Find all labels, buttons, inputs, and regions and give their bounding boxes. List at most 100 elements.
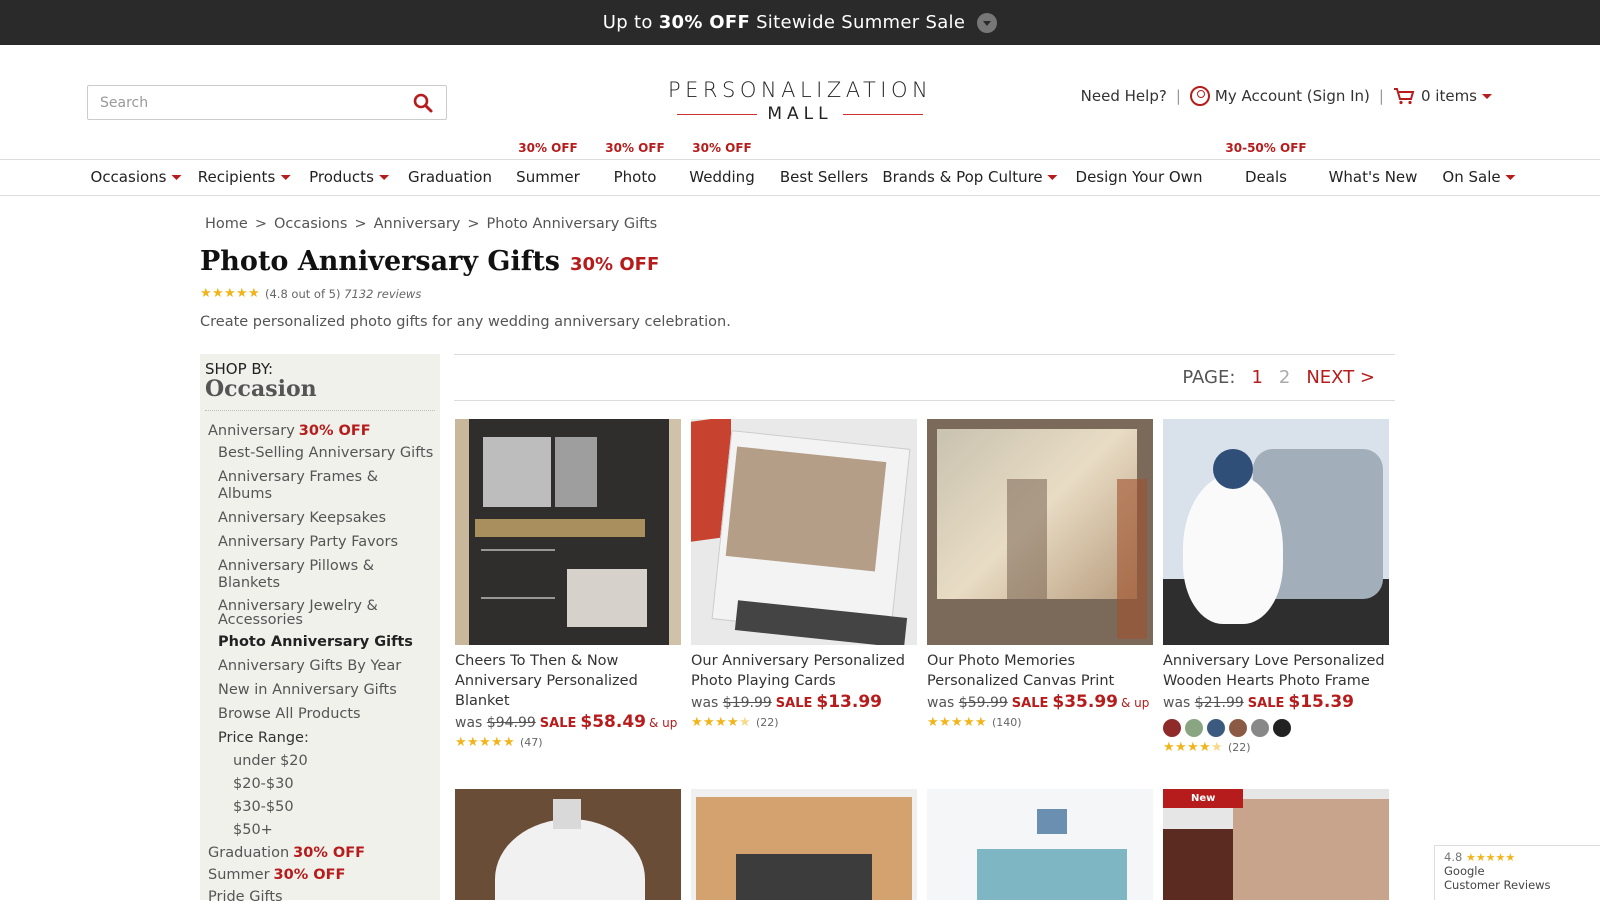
page-title-row: Photo Anniversary Gifts 30% OFF [200,246,659,277]
nav-deals[interactable]: Deals [1245,160,1287,195]
nav-design-your-own[interactable]: Design Your Own [1076,160,1203,195]
cart-icon[interactable] [1393,87,1415,105]
sidebar-price-under-20[interactable]: under $20 [233,753,435,769]
price-now: $58.49 [580,712,646,732]
swatch-gray[interactable] [1251,719,1269,737]
sidebar-item-anniversary[interactable]: Anniversary 30% OFF [208,423,435,439]
pager-next[interactable]: NEXT > [1306,367,1375,388]
breadcrumb-occasions[interactable]: Occasions [274,216,347,232]
product-image[interactable] [455,419,681,645]
breadcrumb-anniversary[interactable]: Anniversary [374,216,461,232]
site-logo[interactable]: PERSONALIZATION MALL [668,78,932,124]
sidebar-price-20-30[interactable]: $20-$30 [233,776,435,792]
sidebar-sub-by-year[interactable]: Anniversary Gifts By Year [218,658,435,675]
price-was: $59.99 [958,695,1008,711]
product-card[interactable]: Our Photo Memories Personalized Canvas P… [927,419,1153,729]
product-name[interactable]: Our Photo Memories Personalized Canvas P… [927,651,1153,691]
swatch-brown[interactable] [1229,719,1247,737]
product-image[interactable] [455,789,681,900]
product-name[interactable]: Anniversary Love Personalized Wooden Hea… [1163,651,1389,691]
nav-whats-new[interactable]: What's New [1329,160,1418,195]
promo-banner[interactable]: Up to 30% OFF Sitewide Summer Sale [0,0,1600,45]
sidebar-sub-frames[interactable]: Anniversary Frames & Albums [218,469,435,503]
nav-products[interactable]: Products [309,160,389,195]
pager-page-2[interactable]: 2 [1279,367,1290,388]
nav-occasions[interactable]: Occasions [91,160,182,195]
product-card[interactable] [455,789,681,900]
nav-summer[interactable]: Summer [516,160,580,195]
sidebar-sub-photo-gifts[interactable]: Photo Anniversary Gifts [218,634,435,651]
product-image[interactable]: New [1163,789,1389,900]
divider: | [1378,87,1384,105]
swatch-black[interactable] [1273,719,1291,737]
account-link[interactable]: My Account (Sign In) [1215,87,1370,105]
pager-page-1[interactable]: 1 [1251,367,1262,388]
page-rating[interactable]: ★ ★ ★ ★ ★ (4.8 out of 5) 7132 reviews [200,287,421,301]
nav-label: Products [309,168,374,186]
price-was-label: was [1163,695,1191,711]
product-card[interactable] [691,789,917,900]
nav-on-sale[interactable]: On Sale [1442,160,1516,195]
star-rating-icon: ★★★★★ [691,714,751,730]
sidebar-sub-best-selling[interactable]: Best-Selling Anniversary Gifts [218,445,435,462]
price-now: $13.99 [816,692,882,712]
price-up: & up [1120,696,1150,710]
sidebar-sub-pillows[interactable]: Anniversary Pillows & Blankets [218,558,435,592]
nav-graduation[interactable]: Graduation [408,160,492,195]
nav-best-sellers[interactable]: Best Sellers [780,160,868,195]
promo-prefix: Up to [602,12,653,33]
account-icon[interactable] [1189,86,1210,106]
swatch-blue[interactable] [1207,719,1225,737]
product-rating[interactable]: ★ ★ ★ ★ ★ (22) [1163,741,1389,755]
star-rating-icon: ★★★★★ [200,286,260,301]
product-card[interactable]: Cheers To Then & Now Anniversary Persona… [455,419,681,749]
swatch-green[interactable] [1185,719,1203,737]
search-input[interactable] [100,94,412,111]
sidebar-item-pride[interactable]: Pride Gifts [208,889,435,905]
search-icon[interactable] [412,92,434,114]
nav-photo[interactable]: Photo [614,160,657,195]
nav-wedding[interactable]: Wedding [689,160,754,195]
sidebar-heading: Occasion [205,376,317,402]
product-card[interactable] [927,789,1153,900]
sidebar-sub-new[interactable]: New in Anniversary Gifts [218,682,435,699]
need-help-link[interactable]: Need Help? [1081,87,1167,105]
product-rating[interactable]: ★ ★ ★ ★ ★ (22) [691,714,917,730]
sidebar-sub-keepsakes[interactable]: Anniversary Keepsakes [218,510,435,527]
swatch-red[interactable] [1163,719,1181,737]
cart-link[interactable]: 0 items [1421,87,1477,105]
promo-expand-icon[interactable] [977,12,998,33]
product-rating[interactable]: ★ ★ ★ ★ ★ (47) [455,734,681,750]
star-rating-icon: ★★★★★ [455,734,515,750]
product-name[interactable]: Cheers To Then & Now Anniversary Persona… [455,651,681,711]
sidebar-price-30-50[interactable]: $30-$50 [233,799,435,815]
product-image[interactable] [691,419,917,645]
price-sale-label: SALE [1247,696,1285,711]
breadcrumb-sep: > [354,216,367,232]
chevron-down-icon [171,175,182,180]
sidebar-sub-party-favors[interactable]: Anniversary Party Favors [218,534,435,551]
nav-brands[interactable]: Brands & Pop Culture [882,160,1058,195]
page-title: Photo Anniversary Gifts [200,246,560,277]
divider: | [1175,87,1181,105]
product-card[interactable]: New [1163,789,1389,900]
product-image[interactable] [927,419,1153,645]
google-sublabel: Customer Reviews [1444,878,1551,892]
sidebar-sub-jewelry[interactable]: Anniversary Jewelry & Accessories [218,599,398,628]
product-card[interactable]: Our Anniversary Personalized Photo Playi… [691,419,917,729]
product-card[interactable]: Anniversary Love Personalized Wooden Hea… [1163,419,1389,754]
breadcrumb-home[interactable]: Home [205,216,248,232]
sidebar-sub-browse-all[interactable]: Browse All Products [218,706,435,723]
product-image[interactable] [691,789,917,900]
sidebar-item-summer[interactable]: Summer 30% OFF [208,867,435,883]
product-name[interactable]: Our Anniversary Personalized Photo Playi… [691,651,917,691]
sidebar-price-50-plus[interactable]: $50+ [233,822,435,838]
nav-recipients[interactable]: Recipients [198,160,291,195]
price-sale-label: SALE [775,696,813,711]
product-image[interactable] [1163,419,1389,645]
sidebar-item-graduation[interactable]: Graduation 30% OFF [208,845,435,861]
cart-dropdown-icon[interactable] [1482,93,1492,99]
google-reviews-badge[interactable]: 4.8 ★★★★★ Google Customer Reviews [1434,845,1600,900]
product-rating[interactable]: ★ ★ ★ ★ ★ (140) [927,716,1153,730]
product-image[interactable] [927,789,1153,900]
